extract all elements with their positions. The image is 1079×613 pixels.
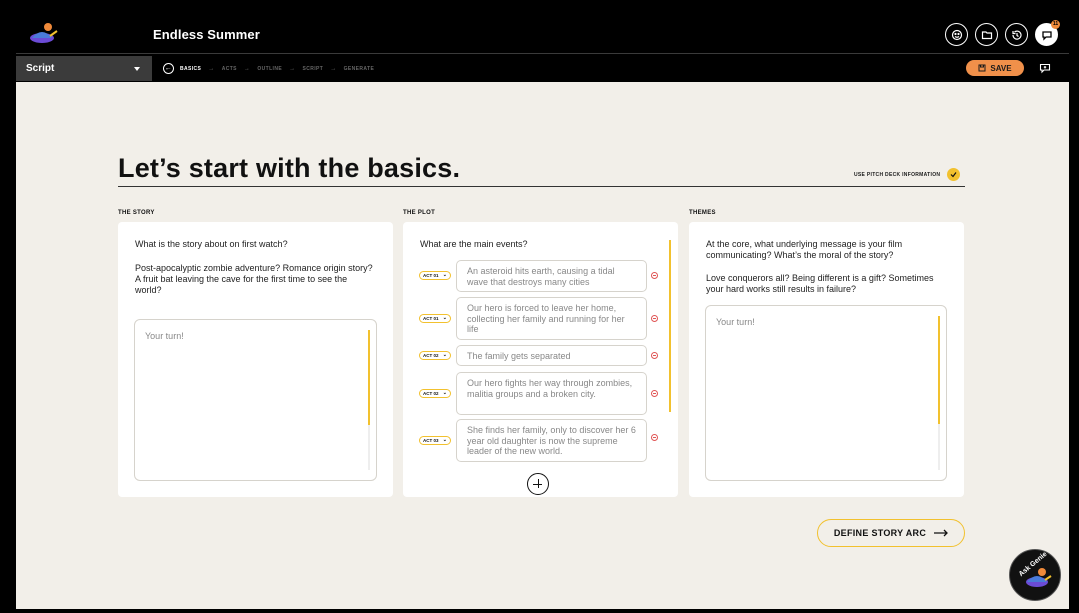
themes-question: At the core, what underlying message is …	[706, 239, 903, 260]
main-canvas: Let’s start with the basics. USE PITCH D…	[16, 82, 1069, 609]
crumb-arrow-icon: →	[330, 65, 337, 72]
act-select[interactable]: ACT 01 ⌄	[419, 314, 451, 323]
scroll-thumb[interactable]	[938, 316, 940, 424]
page-title: Let’s start with the basics.	[118, 153, 461, 183]
top-toolbar: 11	[945, 20, 1060, 46]
themes-hint: Love conquerors all? Being different is …	[706, 273, 934, 294]
event-text[interactable]: The family gets separated	[456, 345, 647, 366]
themes-placeholder: Your turn!	[716, 317, 755, 327]
crumb-acts[interactable]: ACTS	[222, 66, 237, 72]
chevron-down-icon: ⌄	[442, 437, 447, 443]
pitch-deck-toggle[interactable]: USE PITCH DECK INFORMATION	[854, 168, 961, 181]
remove-circle-icon[interactable]	[651, 315, 658, 322]
define-story-arc-button[interactable]: DEFINE STORY ARC	[817, 519, 965, 547]
smiley-icon	[951, 29, 962, 40]
story-card: What is the story about on first watch? …	[118, 222, 393, 497]
act-select[interactable]: ACT 02 ⌄	[419, 351, 451, 360]
select-value: Script	[26, 63, 55, 74]
act-select[interactable]: ACT 03 ⌄	[419, 436, 451, 445]
document-type-select[interactable]: Script	[16, 56, 152, 81]
remove-circle-icon[interactable]	[651, 352, 658, 359]
check-circle-icon[interactable]	[947, 168, 961, 181]
caret-down-icon	[134, 67, 140, 71]
crumb-arrow-icon: →	[243, 65, 251, 72]
plot-scrollbar[interactable]	[669, 240, 671, 412]
chevron-down-icon: ⌄	[442, 390, 447, 396]
chat-bubble-icon	[1041, 30, 1052, 41]
themes-card: At the core, what underlying message is …	[689, 222, 964, 497]
remove-circle-icon[interactable]	[651, 390, 658, 397]
story-scrollbar[interactable]	[368, 330, 370, 470]
define-label: DEFINE STORY ARC	[833, 528, 927, 538]
remove-circle-icon[interactable]	[651, 272, 658, 279]
add-event-button[interactable]	[527, 473, 549, 495]
genie-lamp-logo-icon[interactable]	[28, 20, 58, 46]
event-text[interactable]: She finds her family, only to discover h…	[456, 419, 647, 462]
story-input[interactable]: Your turn!	[134, 319, 377, 481]
act-select[interactable]: ACT 01 ⌄	[419, 271, 451, 280]
genie-lamp-icon	[1026, 568, 1052, 587]
themes-input[interactable]: Your turn!	[705, 305, 947, 481]
sub-navigation: Script ← BASICS → ACTS → OUTLINE → SCRIP…	[0, 54, 1079, 82]
arrow-right-icon	[934, 529, 949, 537]
event-text[interactable]: An asteroid hits earth, causing a tidal …	[456, 260, 647, 292]
title-divider	[118, 186, 965, 187]
event-text[interactable]: Our hero is forced to leave her home, co…	[456, 297, 647, 340]
back-arrow-icon[interactable]: ←	[163, 63, 174, 74]
themes-scrollbar[interactable]	[938, 316, 940, 470]
folder-icon	[981, 30, 992, 39]
crumb-basics[interactable]: BASICS	[180, 66, 201, 72]
notification-badge: 11	[1051, 20, 1060, 29]
save-button[interactable]: SAVE	[966, 60, 1024, 76]
crumb-generate[interactable]: GENERATE	[344, 66, 375, 72]
act-select[interactable]: ACT 02 ⌄	[419, 389, 451, 398]
plot-question: What are the main events?	[420, 239, 528, 249]
plot-column-label: THE PLOT	[403, 210, 436, 216]
history-icon	[1011, 30, 1022, 40]
chevron-down-icon: ⌄	[442, 315, 447, 321]
comment-icon[interactable]	[1039, 62, 1051, 74]
story-placeholder: Your turn!	[145, 331, 184, 341]
project-title: Endless Summer	[153, 27, 260, 42]
chat-button[interactable]: 11	[1035, 20, 1060, 46]
chevron-down-icon: ⌄	[442, 272, 447, 278]
pitch-deck-label: USE PITCH DECK INFORMATION	[854, 171, 941, 178]
story-question: What is the story about on first watch?	[135, 239, 288, 249]
story-hint: Post-apocalyptic zombie adventure? Roman…	[135, 263, 373, 295]
emoji-button[interactable]	[945, 23, 968, 46]
history-button[interactable]	[1005, 23, 1028, 46]
top-bar: Endless Summer 11	[0, 0, 1079, 54]
crumb-arrow-icon: →	[208, 65, 215, 72]
crumb-outline[interactable]: OUTLINE	[257, 66, 282, 72]
save-label: SAVE	[990, 63, 1012, 73]
folder-button[interactable]	[975, 23, 998, 46]
crumb-arrow-icon: →	[289, 65, 296, 72]
breadcrumb: ← BASICS → ACTS → OUTLINE → SCRIPT → GEN…	[163, 63, 374, 74]
story-column-label: THE STORY	[118, 210, 155, 216]
themes-column-label: THEMES	[689, 210, 716, 216]
remove-circle-icon[interactable]	[651, 434, 658, 441]
save-disk-icon	[978, 64, 986, 72]
event-text[interactable]: Our hero fights her way through zombies,…	[456, 372, 647, 415]
plot-card: What are the main events? ACT 01 ⌄ An ast…	[403, 222, 678, 497]
ask-genie-button[interactable]: Ask Genie	[1009, 549, 1061, 601]
chevron-down-icon: ⌄	[442, 352, 447, 358]
scroll-thumb[interactable]	[368, 330, 370, 425]
crumb-script[interactable]: SCRIPT	[302, 66, 323, 72]
